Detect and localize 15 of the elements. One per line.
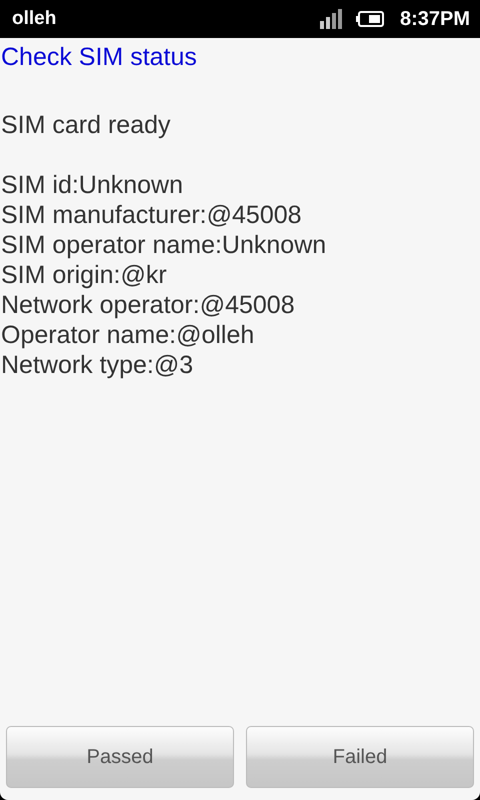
signal-icon <box>320 9 344 29</box>
page-title: Check SIM status <box>1 42 198 73</box>
battery-icon <box>356 11 384 27</box>
detail-text: SIM operator name:Unknown <box>1 230 328 260</box>
detail-text: SIM manufacturer:@45008 <box>1 200 303 230</box>
detail-text: Operator name:@olleh <box>1 320 256 350</box>
result-button[interactable]: Failed <box>246 726 474 788</box>
sim-status-text: SIM card ready <box>1 110 172 140</box>
detail-text: Network type:@3 <box>1 350 194 380</box>
detail-text: SIM id:Unknown <box>1 170 184 200</box>
result-button[interactable]: Passed <box>6 726 234 788</box>
detail-text: SIM origin:@kr <box>1 260 168 290</box>
detail-text: Network operator:@45008 <box>1 290 296 320</box>
clock-time: 8:37PM <box>400 8 470 30</box>
carrier-name: olleh <box>12 8 56 30</box>
